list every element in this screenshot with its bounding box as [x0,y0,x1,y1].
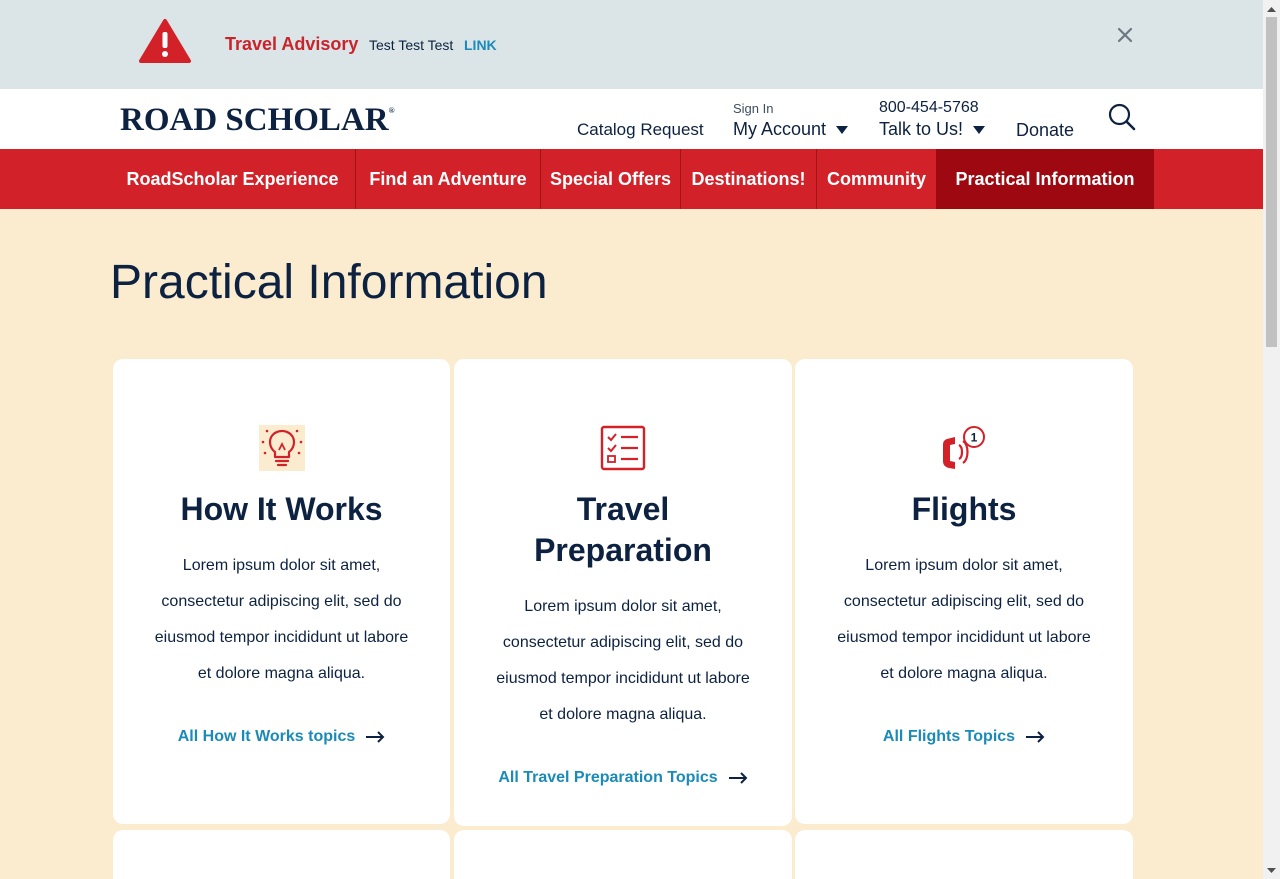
close-icon[interactable] [1114,24,1136,46]
card-description: Lorem ipsum dolor sit amet, consectetur … [837,557,1091,682]
card-how-it-works: How It Works Lorem ipsum dolor sit amet,… [113,359,450,824]
my-account-label: My Account [733,119,827,139]
svg-text:1: 1 [971,431,978,445]
card-placeholder [113,830,450,879]
advisory-link[interactable]: LINK [464,37,497,53]
travel-preparation-link[interactable]: All Travel Preparation Topics [454,769,792,787]
scroll-up-arrow-icon[interactable] [1263,0,1280,17]
donate-link[interactable]: Donate [1016,120,1074,141]
card-description: Lorem ipsum dolor sit amet, consectetur … [496,598,750,723]
chevron-down-icon [973,125,986,134]
advisory-title: Travel Advisory [225,34,359,54]
search-icon[interactable] [1107,102,1137,132]
scroll-down-arrow-icon[interactable] [1263,862,1280,879]
nav-practical-information[interactable]: Practical Information [936,149,1154,209]
phone-call-icon: 1 [943,426,985,469]
main-nav: RoadScholar Experience Find an Adventure… [0,149,1263,209]
travel-advisory-bar: Travel Advisory Test Test Test LINK [0,0,1263,89]
card-title: Flights [911,491,1017,527]
arrow-right-icon [1026,731,1045,743]
talk-to-us-label: Talk to Us! [879,119,964,139]
site-header: ROAD SCHOLAR® Catalog Request Sign In My… [0,89,1263,149]
card-placeholder [795,830,1133,879]
talk-to-us-dropdown[interactable]: Talk to Us! [879,119,986,140]
nav-find-an-adventure[interactable]: Find an Adventure [356,149,541,209]
flights-link[interactable]: All Flights Topics [795,728,1133,746]
lightbulb-icon [258,425,305,471]
phone-number[interactable]: 800-454-5768 [879,99,979,117]
card-description: Lorem ipsum dolor sit amet, consectetur … [154,557,409,682]
page-title: Practical Information [110,256,548,309]
my-account-dropdown[interactable]: My Account [733,119,849,140]
arrow-right-icon [728,772,748,784]
chevron-down-icon [836,125,849,134]
road-scholar-logo[interactable]: ROAD SCHOLAR® [120,102,395,139]
how-it-works-link[interactable]: All How It Works topics [113,728,450,746]
card-travel-preparation: Travel Preparation Lorem ipsum dolor sit… [454,359,792,826]
scrollbar-thumb[interactable] [1266,17,1277,347]
nav-special-offers[interactable]: Special Offers [541,149,681,209]
nav-community[interactable]: Community [817,149,936,209]
nav-destinations[interactable]: Destinations! [681,149,817,209]
catalog-request-link[interactable]: Catalog Request [577,120,704,140]
checklist-icon [600,425,646,471]
advisory-text: Test Test Test [369,37,454,53]
card-title: Travel Preparation [534,491,712,568]
card-title: How It Works [180,491,383,527]
sign-in-label[interactable]: Sign In [733,101,773,116]
card-flights: 1 Flights Lorem ipsum dolor sit amet, co… [795,359,1133,824]
warning-icon [139,19,191,63]
card-placeholder [454,830,792,879]
nav-roadscholar-experience[interactable]: RoadScholar Experience [110,149,356,209]
arrow-right-icon [366,731,385,743]
